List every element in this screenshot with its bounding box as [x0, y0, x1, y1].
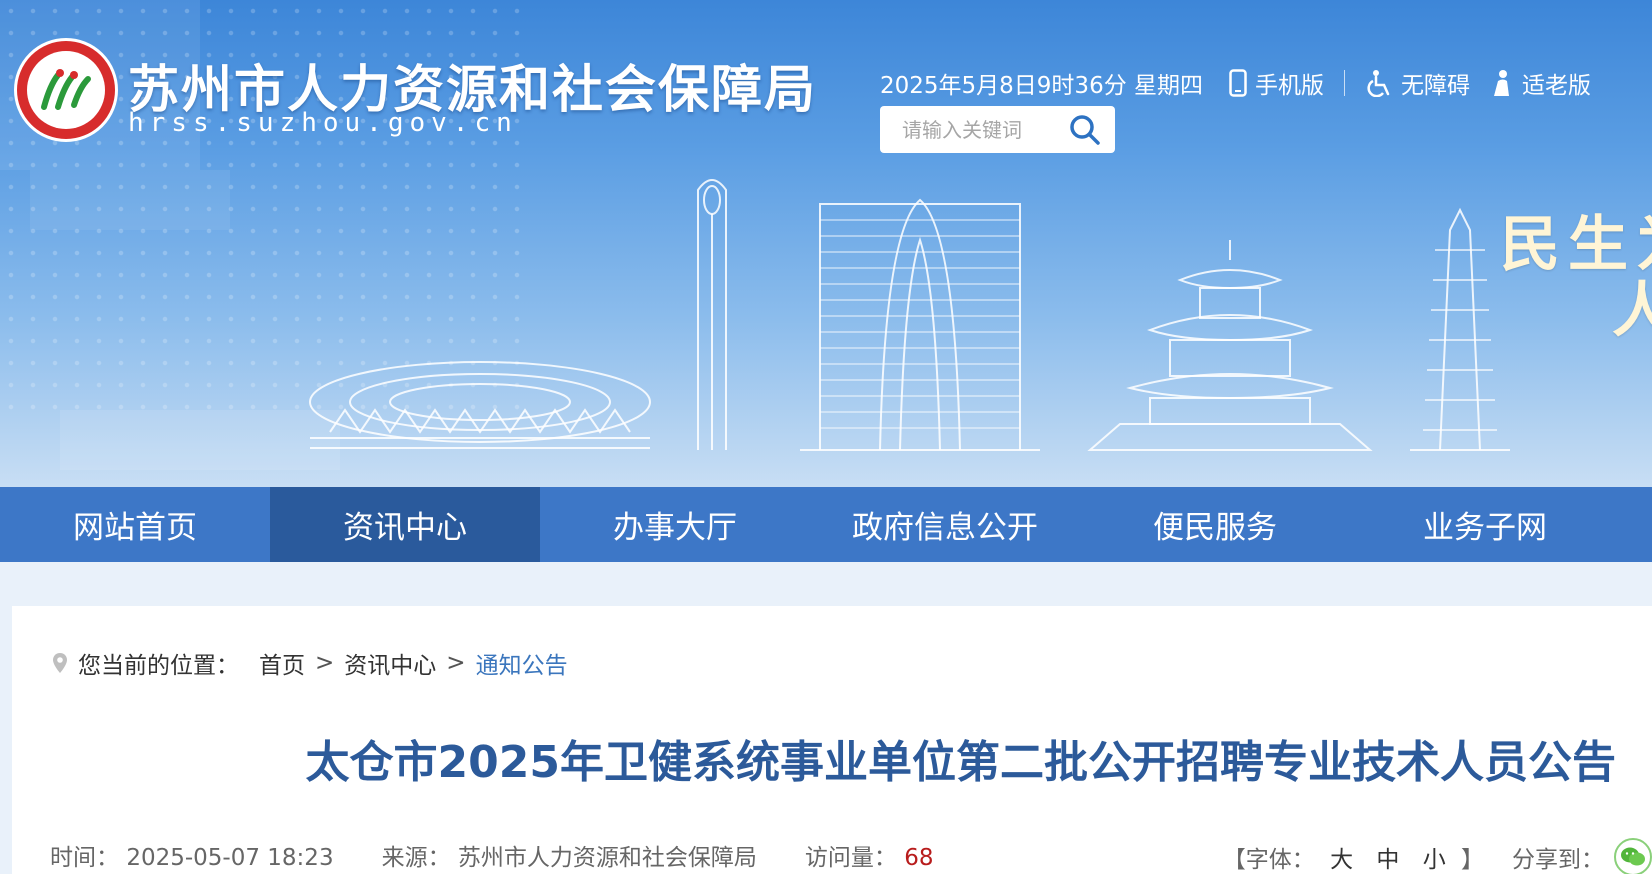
font-size-small[interactable]: 小: [1423, 847, 1446, 873]
article-tools: 【字体： 大 中 小 】 分享到：: [1223, 838, 1652, 874]
breadcrumb-separator: >: [315, 650, 335, 676]
nav-item-gov-info[interactable]: 政府信息公开: [810, 487, 1080, 562]
mobile-version-label: 手机版: [1255, 73, 1325, 99]
publish-time-label: 时间：: [50, 845, 119, 871]
font-size-large[interactable]: 大: [1330, 847, 1353, 873]
accessibility-label: 无障碍: [1401, 73, 1471, 99]
article-meta: 时间： 2025-05-07 18:23 来源： 苏州市人力资源和社会保障局 访…: [50, 838, 1652, 874]
article-title: 太仓市2025年卫健系统事业单位第二批公开招聘专业技术人员公告: [305, 737, 1616, 788]
site-domain: hrss.suzhou.gov.cn: [128, 108, 518, 138]
nav-item-public-service[interactable]: 便民服务: [1080, 487, 1350, 562]
font-size-close-bracket: 】: [1461, 847, 1484, 873]
elder-mode-link[interactable]: 适老版: [1490, 66, 1591, 100]
current-datetime: 2025年5月8日9时36分 星期四: [880, 73, 1204, 99]
header-banner: 苏州市人力资源和社会保障局 hrss.suzhou.gov.cn 2025年5月…: [0, 0, 1652, 487]
location-pin-icon: [53, 653, 67, 673]
breadcrumb-home-link[interactable]: 首页: [259, 646, 305, 680]
visit-count: 访问量： 68: [805, 838, 934, 872]
article-container: 您当前的位置： 首页 > 资讯中心 > 通知公告 太仓市2025年卫健系统事业单…: [12, 606, 1652, 874]
font-size-medium[interactable]: 中: [1376, 847, 1399, 873]
mobile-version-link[interactable]: 手机版: [1229, 66, 1324, 100]
main-navigation: 网站首页 资讯中心 办事大厅 政府信息公开 便民服务 业务子网: [0, 487, 1652, 562]
breadcrumb-news-center-link[interactable]: 资讯中心: [344, 646, 436, 680]
search-box: [880, 106, 1115, 153]
nav-item-service-hall[interactable]: 办事大厅: [540, 487, 810, 562]
accessibility-icon: [1367, 70, 1390, 97]
wechat-icon: [1621, 847, 1645, 866]
publish-time: 时间： 2025-05-07 18:23: [50, 838, 334, 872]
font-size-label: 【字体：: [1222, 847, 1315, 873]
logo-emblem-icon: [41, 69, 91, 110]
publish-time-value: 2025-05-07 18:23: [126, 845, 334, 871]
breadcrumb: 您当前的位置： 首页 > 资讯中心 > 通知公告: [52, 646, 568, 680]
banner-decor: [60, 410, 340, 470]
article-source: 来源： 苏州市人力资源和社会保障局: [382, 838, 757, 872]
visit-count-label: 访问量：: [804, 845, 897, 871]
share-section: 分享到：: [1512, 838, 1652, 874]
share-label: 分享到：: [1512, 847, 1604, 873]
site-logo[interactable]: [14, 38, 118, 142]
article-source-label: 来源：: [381, 845, 451, 871]
slogan-text-line2: 人: [1612, 276, 1652, 346]
divider: [1344, 70, 1346, 96]
search-icon: [1070, 114, 1100, 145]
font-size-control: 【字体： 大 中 小 】: [1223, 840, 1484, 874]
accessibility-link[interactable]: 无障碍: [1367, 66, 1470, 100]
city-skyline-illustration: [309, 179, 1510, 451]
breadcrumb-separator: >: [446, 650, 466, 676]
search-input[interactable]: [880, 117, 1060, 142]
search-button[interactable]: [1060, 106, 1110, 153]
elder-mode-label: 适老版: [1522, 73, 1592, 99]
visit-count-value: 68: [904, 845, 934, 871]
article-source-value: 苏州市人力资源和社会保障局: [457, 845, 757, 871]
nav-item-news-center[interactable]: 资讯中心: [270, 487, 540, 562]
nav-item-home[interactable]: 网站首页: [0, 487, 270, 562]
breadcrumb-label: 您当前的位置：: [78, 653, 239, 679]
elder-icon: [1494, 70, 1510, 96]
mobile-icon: [1229, 69, 1247, 97]
wechat-share-button[interactable]: [1614, 838, 1652, 874]
nav-item-sub-sites[interactable]: 业务子网: [1350, 487, 1620, 562]
top-utility-bar: 2025年5月8日9时36分 星期四 手机版 无障碍 适老版: [880, 66, 1611, 100]
breadcrumb-notices-link[interactable]: 通知公告: [476, 646, 568, 680]
banner-decor: [30, 170, 230, 230]
